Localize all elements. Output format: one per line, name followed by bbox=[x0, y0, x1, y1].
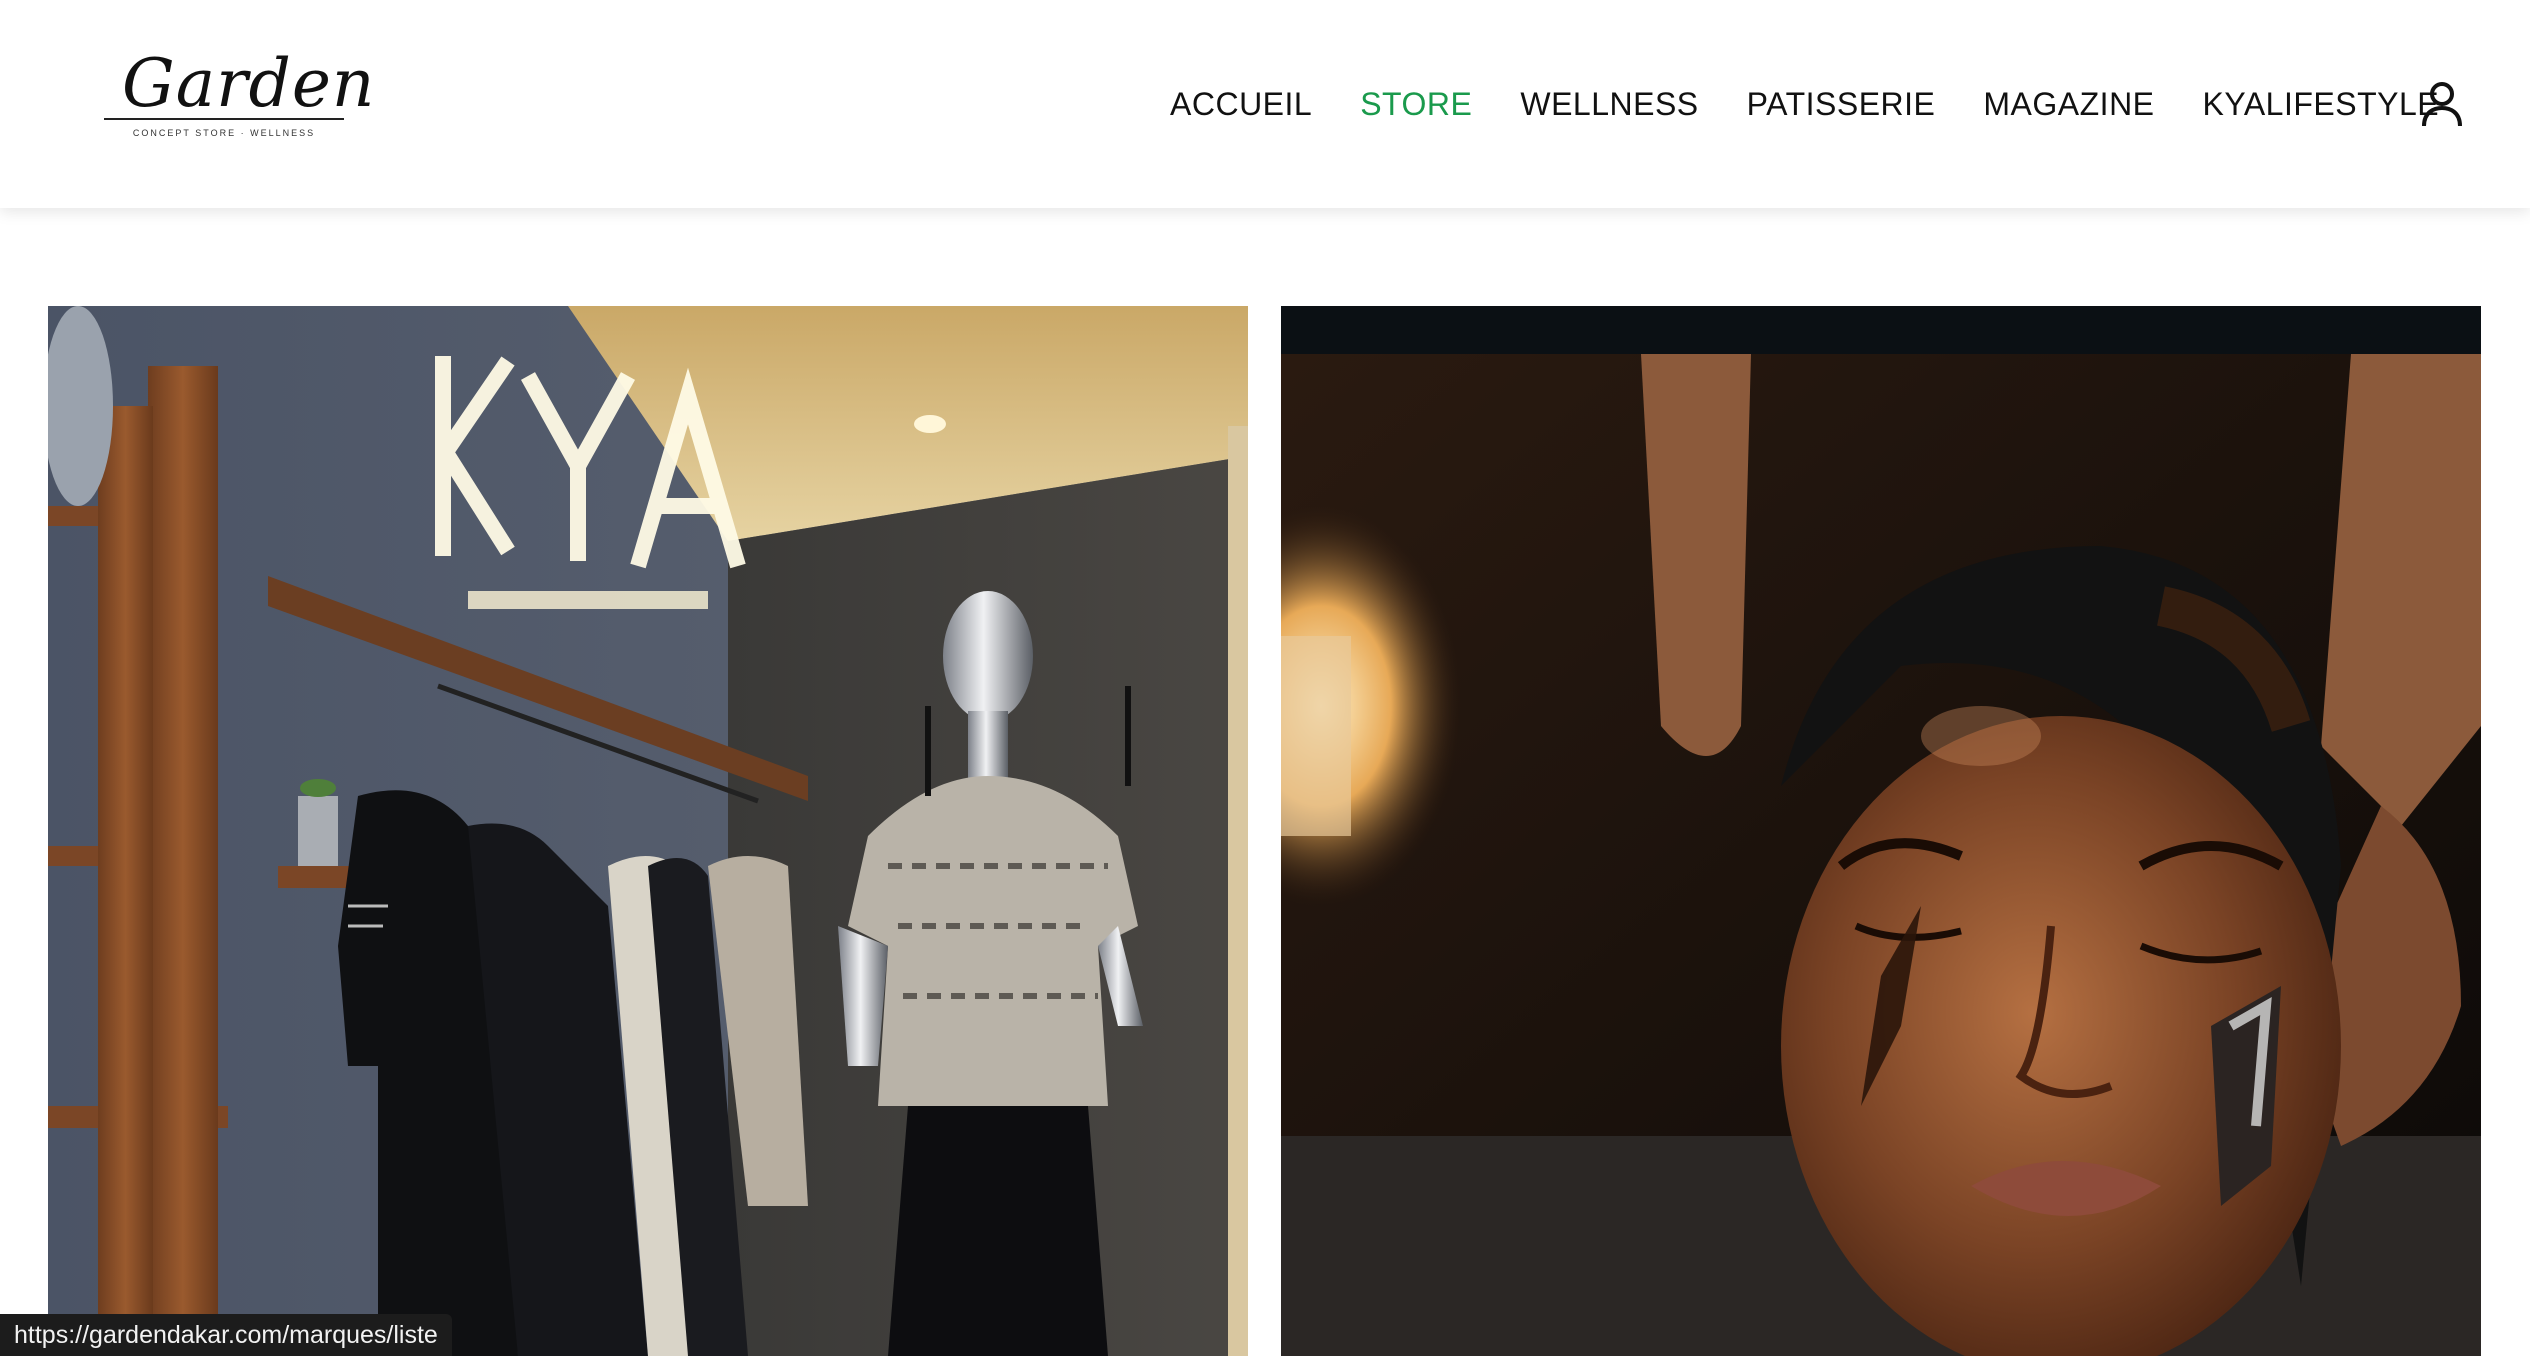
logo-tagline: CONCEPT STORE · WELLNESS bbox=[132, 128, 316, 138]
nav-item-store[interactable]: STORE bbox=[1360, 86, 1472, 123]
main-nav: ACCUEIL STORE WELLNESS PATISSERIE MAGAZI… bbox=[1170, 82, 2439, 126]
nav-item-kyalifestyle[interactable]: KYALIFESTYLE bbox=[2203, 86, 2440, 123]
user-icon[interactable] bbox=[2420, 80, 2464, 128]
site-header: Garden CONCEPT STORE · WELLNESS ACCUEIL … bbox=[0, 0, 2530, 208]
store-photo bbox=[48, 306, 1248, 1356]
status-bar-url: https://gardendakar.com/marques/liste bbox=[0, 1314, 452, 1356]
nav-item-patisserie[interactable]: PATISSERIE bbox=[1747, 86, 1936, 123]
wellness-photo-card[interactable] bbox=[1281, 306, 2481, 1356]
site-logo[interactable]: Garden CONCEPT STORE · WELLNESS bbox=[104, 44, 374, 144]
nav-item-accueil[interactable]: ACCUEIL bbox=[1170, 86, 1312, 123]
logo-wordmark: Garden bbox=[122, 45, 376, 122]
nav-item-magazine[interactable]: MAGAZINE bbox=[1983, 86, 2154, 123]
nav-item-wellness[interactable]: WELLNESS bbox=[1520, 86, 1698, 123]
logo-underline bbox=[104, 118, 344, 120]
wellness-photo bbox=[1281, 306, 2481, 1356]
store-photo-card[interactable] bbox=[48, 306, 1248, 1356]
